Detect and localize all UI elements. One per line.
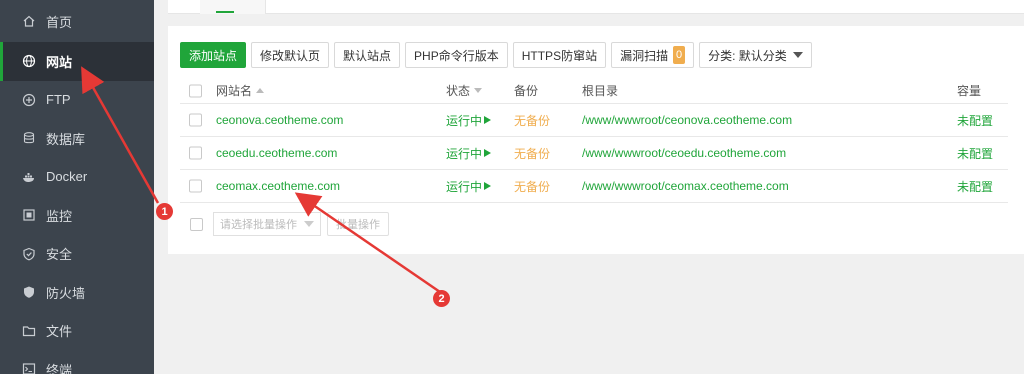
folder-icon [22, 324, 36, 338]
backup-link[interactable]: 无备份 [514, 137, 550, 169]
sidebar-item-docker[interactable]: Docker [0, 158, 154, 197]
sidebar-item-label: Docker [46, 169, 88, 185]
monitor-icon [22, 208, 36, 222]
chevron-down-icon [792, 52, 803, 58]
firewall-icon [22, 285, 36, 299]
root-dir-link[interactable]: /www/wwwroot/ceoedu.ceotheme.com [582, 137, 786, 169]
status-label: 运行中 [446, 179, 483, 194]
header-capacity: 容量 [957, 84, 982, 98]
home-icon [22, 14, 36, 28]
sidebar-item-label: 网站 [46, 54, 73, 70]
batch-operation-select[interactable]: 请选择批量操作 [213, 212, 321, 236]
sidebar-item-home[interactable]: 首页 [0, 0, 154, 42]
sidebar-item-ftp[interactable]: FTP [0, 81, 154, 120]
batch-operations: 请选择批量操作 批量操作 [190, 212, 389, 236]
backup-link[interactable]: 无备份 [514, 170, 550, 202]
header-status-label: 状态 [446, 84, 471, 98]
top-tab-bar [168, 0, 1024, 14]
sidebar-item-label: 监控 [46, 208, 73, 224]
sidebar-item-label: 文件 [46, 324, 73, 340]
tab-active-indicator [216, 11, 234, 13]
toolbar: 添加站点 修改默认页 默认站点 PHP命令行版本 HTTPS防窜站 漏洞扫描 0… [180, 42, 812, 68]
row-checkbox[interactable] [189, 146, 202, 160]
batch-select-all-checkbox[interactable] [190, 217, 203, 231]
shield-icon [22, 247, 36, 261]
chevron-down-icon [304, 221, 314, 227]
status-toggle[interactable]: 运行中 [446, 170, 492, 202]
root-dir-link[interactable]: /www/wwwroot/ceonova.ceotheme.com [582, 104, 792, 136]
select-all-checkbox[interactable] [189, 84, 202, 97]
status-label: 运行中 [446, 113, 483, 128]
sidebar-item-terminal[interactable]: 终端 [0, 350, 154, 374]
status-toggle[interactable]: 运行中 [446, 104, 492, 136]
batch-operation-button[interactable]: 批量操作 [327, 212, 389, 236]
sidebar-item-label: 安全 [46, 247, 73, 263]
backup-link[interactable]: 无备份 [514, 104, 550, 136]
header-name-label: 网站名 [216, 84, 253, 98]
https-defense-button[interactable]: HTTPS防窜站 [512, 42, 607, 68]
table-row: ceoedu.ceotheme.com 运行中 无备份 /www/wwwroot… [180, 137, 1008, 170]
sidebar-item-label: 终端 [46, 362, 73, 374]
capacity-link[interactable]: 未配置 [957, 104, 993, 136]
table-header: 网站名 状态 备份 根目录 容量 [180, 78, 1008, 104]
sidebar-item-monitor[interactable]: 监控 [0, 196, 154, 235]
row-checkbox[interactable] [189, 113, 202, 127]
header-backup: 备份 [514, 84, 539, 98]
root-dir-link[interactable]: /www/wwwroot/ceomax.ceotheme.com [582, 170, 789, 202]
capacity-link[interactable]: 未配置 [957, 170, 993, 202]
category-label: 分类: 默认分类 [708, 48, 787, 63]
sidebar-item-security[interactable]: 安全 [0, 235, 154, 274]
status-label: 运行中 [446, 146, 483, 161]
ftp-icon [22, 93, 36, 107]
vuln-count-badge: 0 [673, 46, 686, 64]
category-select[interactable]: 分类: 默认分类 [699, 42, 812, 68]
sort-up-icon [256, 88, 265, 93]
site-list-card: 添加站点 修改默认页 默认站点 PHP命令行版本 HTTPS防窜站 漏洞扫描 0… [168, 26, 1024, 254]
status-toggle[interactable]: 运行中 [446, 137, 492, 169]
batch-select-placeholder: 请选择批量操作 [220, 219, 297, 231]
php-cli-version-button[interactable]: PHP命令行版本 [405, 42, 508, 68]
capacity-link[interactable]: 未配置 [957, 137, 993, 169]
play-icon [484, 149, 492, 157]
sidebar-item-label: 首页 [46, 14, 73, 30]
row-checkbox[interactable] [189, 179, 202, 193]
default-site-button[interactable]: 默认站点 [334, 42, 401, 68]
edit-default-page-button[interactable]: 修改默认页 [251, 42, 330, 68]
sidebar-item-database[interactable]: 数据库 [0, 119, 154, 158]
add-site-button[interactable]: 添加站点 [180, 42, 247, 68]
terminal-icon [22, 362, 36, 374]
site-name-link[interactable]: ceomax.ceotheme.com [216, 170, 340, 202]
docker-icon [22, 170, 36, 184]
site-table: 网站名 状态 备份 根目录 容量 ceonova.ceotheme.com 运行… [180, 78, 1008, 203]
site-name-link[interactable]: ceoedu.ceotheme.com [216, 137, 337, 169]
annotation-marker-1: 1 [156, 203, 173, 220]
table-row: ceomax.ceotheme.com 运行中 无备份 /www/wwwroot… [180, 170, 1008, 203]
vuln-scan-label: 漏洞扫描 [620, 48, 669, 63]
header-root: 根目录 [582, 84, 619, 98]
annotation-marker-2: 2 [433, 290, 450, 307]
site-name-link[interactable]: ceonova.ceotheme.com [216, 104, 343, 136]
sidebar-item-label: 数据库 [46, 131, 86, 147]
main-content: 添加站点 修改默认页 默认站点 PHP命令行版本 HTTPS防窜站 漏洞扫描 0… [154, 0, 1024, 374]
sidebar-item-firewall[interactable]: 防火墙 [0, 273, 154, 312]
play-icon [484, 116, 492, 124]
sidebar-item-label: FTP [46, 92, 71, 108]
sidebar: 首页 网站 FTP 数据库 Docker 监控 安全 防火墙 文件 终端 [0, 0, 154, 374]
sidebar-item-label: 防火墙 [46, 285, 86, 301]
table-row: ceonova.ceotheme.com 运行中 无备份 /www/wwwroo… [180, 104, 1008, 137]
sidebar-item-website[interactable]: 网站 [0, 42, 154, 81]
database-icon [22, 131, 36, 145]
header-name[interactable]: 网站名 [216, 78, 265, 103]
globe-icon [22, 54, 36, 68]
sort-down-icon [474, 88, 483, 93]
header-status[interactable]: 状态 [446, 78, 483, 103]
sidebar-item-files[interactable]: 文件 [0, 312, 154, 351]
play-icon [484, 182, 492, 190]
vuln-scan-button[interactable]: 漏洞扫描 0 [611, 42, 695, 68]
